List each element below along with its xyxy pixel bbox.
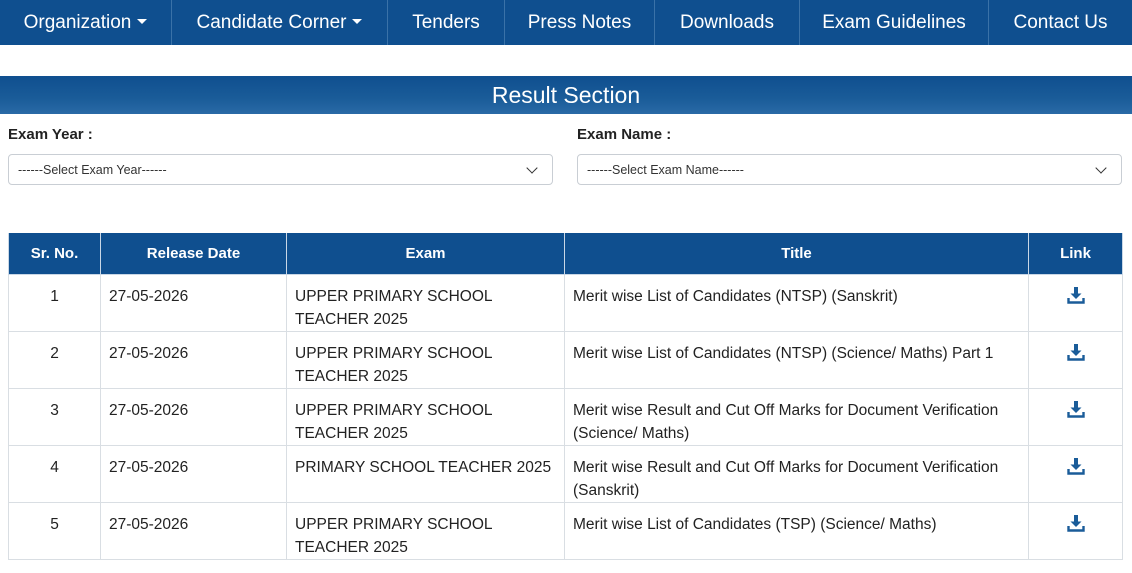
cell-title: Merit wise Result and Cut Off Marks for … bbox=[564, 388, 1029, 446]
exam-year-select-value: ------Select Exam Year------ bbox=[18, 162, 167, 177]
nav-exam-guidelines[interactable]: Exam Guidelines bbox=[800, 0, 989, 45]
cell-exam: UPPER PRIMARY SCHOOL TEACHER 2025 bbox=[286, 274, 565, 332]
cell-title: Merit wise List of Candidates (NTSP) (Sa… bbox=[564, 274, 1029, 332]
results-table: Sr. No. Release Date Exam Title Link 1 2… bbox=[8, 233, 1123, 560]
download-icon[interactable] bbox=[1066, 286, 1085, 304]
nav-press-notes-label: Press Notes bbox=[527, 11, 632, 33]
header-exam: Exam bbox=[286, 233, 565, 275]
cell-exam: UPPER PRIMARY SCHOOL TEACHER 2025 bbox=[286, 388, 565, 446]
download-icon[interactable] bbox=[1066, 457, 1085, 475]
chevron-down-icon bbox=[526, 162, 538, 174]
cell-title: Merit wise List of Candidates (NTSP) (Sc… bbox=[564, 331, 1029, 389]
table-row: 1 27-05-2026 UPPER PRIMARY SCHOOL TEACHE… bbox=[8, 274, 1123, 332]
nav-downloads[interactable]: Downloads bbox=[655, 0, 800, 45]
table-row: 5 27-05-2026 UPPER PRIMARY SCHOOL TEACHE… bbox=[8, 502, 1123, 560]
cell-sr-no: 5 bbox=[8, 502, 101, 560]
nav-organization-label: Organization bbox=[23, 11, 132, 33]
download-icon[interactable] bbox=[1066, 400, 1085, 418]
exam-name-select[interactable]: ------Select Exam Name------ bbox=[577, 154, 1122, 185]
exam-year-select[interactable]: ------Select Exam Year------ bbox=[8, 154, 553, 185]
cell-link bbox=[1028, 445, 1123, 503]
download-icon[interactable] bbox=[1066, 343, 1085, 361]
header-sr-no: Sr. No. bbox=[8, 233, 101, 275]
exam-name-select-value: ------Select Exam Name------ bbox=[587, 162, 744, 177]
table-row: 4 27-05-2026 PRIMARY SCHOOL TEACHER 2025… bbox=[8, 445, 1123, 503]
caret-down-icon bbox=[137, 19, 148, 24]
nav-organization[interactable]: Organization bbox=[0, 0, 172, 45]
cell-release-date: 27-05-2026 bbox=[100, 502, 287, 560]
table-row: 3 27-05-2026 UPPER PRIMARY SCHOOL TEACHE… bbox=[8, 388, 1123, 446]
nav-candidate-corner[interactable]: Candidate Corner bbox=[172, 0, 388, 45]
chevron-down-icon bbox=[1095, 162, 1107, 174]
cell-title: Merit wise List of Candidates (TSP) (Sci… bbox=[564, 502, 1029, 560]
nav-press-notes[interactable]: Press Notes bbox=[505, 0, 655, 45]
table-header-row: Sr. No. Release Date Exam Title Link bbox=[8, 233, 1123, 275]
nav-tenders-label: Tenders bbox=[412, 11, 480, 33]
cell-sr-no: 1 bbox=[8, 274, 101, 332]
nav-exam-guidelines-label: Exam Guidelines bbox=[822, 11, 966, 33]
header-release-date: Release Date bbox=[100, 233, 287, 275]
nav-downloads-label: Downloads bbox=[680, 11, 774, 33]
cell-exam: UPPER PRIMARY SCHOOL TEACHER 2025 bbox=[286, 331, 565, 389]
cell-sr-no: 2 bbox=[8, 331, 101, 389]
cell-release-date: 27-05-2026 bbox=[100, 445, 287, 503]
exam-year-label: Exam Year : bbox=[8, 126, 93, 143]
download-icon[interactable] bbox=[1066, 514, 1085, 532]
nav-contact-us[interactable]: Contact Us bbox=[989, 0, 1132, 45]
exam-name-label: Exam Name : bbox=[577, 126, 672, 143]
nav-contact-us-label: Contact Us bbox=[1013, 11, 1108, 33]
section-title: Result Section bbox=[491, 81, 641, 108]
cell-exam: PRIMARY SCHOOL TEACHER 2025 bbox=[286, 445, 565, 503]
cell-link bbox=[1028, 331, 1123, 389]
cell-release-date: 27-05-2026 bbox=[100, 331, 287, 389]
nav-candidate-corner-label: Candidate Corner bbox=[196, 11, 347, 33]
table-row: 2 27-05-2026 UPPER PRIMARY SCHOOL TEACHE… bbox=[8, 331, 1123, 389]
top-navigation: Organization Candidate Corner Tenders Pr… bbox=[0, 0, 1132, 45]
cell-sr-no: 4 bbox=[8, 445, 101, 503]
cell-release-date: 27-05-2026 bbox=[100, 274, 287, 332]
header-title: Title bbox=[564, 233, 1029, 275]
cell-link bbox=[1028, 502, 1123, 560]
cell-exam: UPPER PRIMARY SCHOOL TEACHER 2025 bbox=[286, 502, 565, 560]
section-header: Result Section bbox=[0, 76, 1132, 114]
cell-title: Merit wise Result and Cut Off Marks for … bbox=[564, 445, 1029, 503]
cell-link bbox=[1028, 274, 1123, 332]
header-link: Link bbox=[1028, 233, 1123, 275]
cell-release-date: 27-05-2026 bbox=[100, 388, 287, 446]
cell-sr-no: 3 bbox=[8, 388, 101, 446]
cell-link bbox=[1028, 388, 1123, 446]
caret-down-icon bbox=[352, 19, 363, 24]
nav-tenders[interactable]: Tenders bbox=[388, 0, 505, 45]
